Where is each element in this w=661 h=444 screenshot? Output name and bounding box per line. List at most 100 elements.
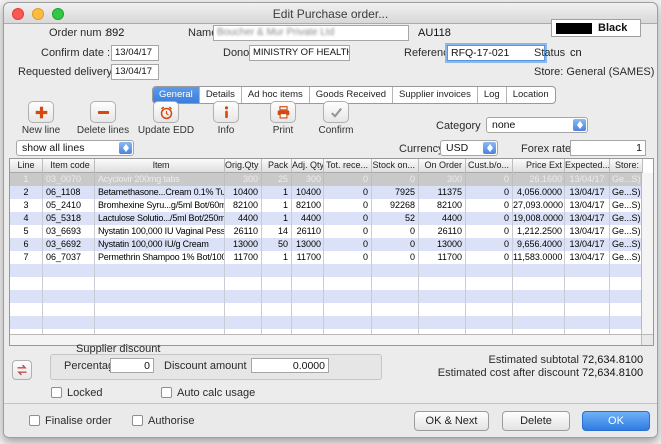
tab-location[interactable]: Location	[507, 87, 555, 103]
table-cell: 13/04/17	[565, 225, 610, 238]
print-label: Print	[273, 125, 294, 136]
supplier-code: AU118	[418, 27, 451, 39]
order-num-value: 892	[106, 27, 124, 39]
column-header-on-order[interactable]: On Order	[419, 159, 466, 173]
tab-supplier-invoices[interactable]: Supplier invoices	[393, 87, 478, 103]
table-row-line-5[interactable]: 503_6693Nystatin 100,000 IU Vaginal Pess…	[10, 225, 643, 238]
requested-delivery-field[interactable]: 13/04/17	[111, 64, 159, 80]
table-row-line-4[interactable]: 405_5318Lactulose Solutio.../5ml Bot/250…	[10, 212, 643, 225]
table-cell: 0	[372, 238, 419, 251]
table-row-line-1[interactable]: 103_0070Acyclovir 200mg tabs300253000030…	[10, 173, 643, 186]
table-cell: 11,583.0000	[513, 251, 565, 264]
table-cell: 10400	[292, 186, 324, 199]
table-cell	[95, 303, 225, 316]
column-header-item[interactable]: Item	[95, 159, 225, 173]
name-field[interactable]: Boucher & Mur Private Ltd	[213, 25, 409, 41]
table-cell	[10, 264, 43, 277]
stepper-icon	[119, 142, 132, 154]
table-row-empty	[10, 264, 643, 277]
table-cell: 2	[10, 186, 43, 199]
table-cell: 300	[225, 173, 262, 186]
table-cell	[513, 290, 565, 303]
tab-log[interactable]: Log	[478, 87, 507, 103]
delete-lines-button[interactable]: Delete lines	[71, 101, 135, 136]
toolbar: New lineDelete linesUpdate EDDInfo Print C…	[9, 101, 389, 141]
table-row-line-3[interactable]: 305_2410Bromhexine Syru...g/5ml Bot/60ml…	[10, 199, 643, 212]
table-cell: 82100	[292, 199, 324, 212]
ok-button[interactable]: OK	[582, 411, 650, 431]
table-row-line-6[interactable]: 603_6692Nystatin 100,000 IU/g Cream13000…	[10, 238, 643, 251]
column-header-item-code[interactable]: Item code	[43, 159, 95, 173]
table-cell: 0	[324, 238, 372, 251]
column-header-adj-qty[interactable]: Adj. Qty	[292, 159, 324, 173]
table-cell: 10400	[225, 186, 262, 199]
column-header-pack[interactable]: Pack	[262, 159, 292, 173]
table-cell: Ge...S)	[610, 173, 643, 186]
discount-amount-field[interactable]: 0.0000	[251, 358, 329, 373]
auto-calc-usage-checkbox[interactable]	[161, 387, 172, 398]
reference-field[interactable]: RFQ-17-021	[447, 45, 545, 61]
column-header-price-ext[interactable]: Price Ext	[513, 159, 565, 173]
table-cell: 0	[466, 238, 513, 251]
column-header-expected[interactable]: Expected...	[565, 159, 610, 173]
delete-button[interactable]: Delete	[502, 411, 570, 431]
table-cell	[324, 316, 372, 329]
confirm-date-field[interactable]: 13/04/17	[111, 45, 159, 61]
ok-next-button[interactable]: OK & Next	[414, 411, 489, 431]
show-lines-select[interactable]: show all lines	[16, 140, 134, 156]
table-cell: 0	[324, 251, 372, 264]
table-cell	[225, 316, 262, 329]
category-value: none	[492, 119, 515, 131]
table-cell	[10, 316, 43, 329]
table-cell	[513, 316, 565, 329]
forex-rate-field[interactable]: 1	[570, 140, 646, 156]
recalculate-button[interactable]	[12, 360, 32, 380]
table-cell	[610, 277, 643, 290]
table-cell: 06_1108	[43, 186, 95, 199]
table-cell: Nystatin 100,000 IU/g Cream	[95, 238, 225, 251]
table-header: LineItem codeItemOrig.QtyPackAdj. QtyTot…	[10, 159, 643, 173]
percentage-field[interactable]: 0	[110, 358, 154, 373]
currency-select[interactable]: USD	[440, 140, 498, 156]
table-cell: 11700	[419, 251, 466, 264]
donor-field[interactable]: MINISTRY OF HEALTH	[249, 45, 350, 61]
table-cell: 14	[262, 225, 292, 238]
column-header-orig-qty[interactable]: Orig.Qty	[225, 159, 262, 173]
column-header-stock-on[interactable]: Stock on...	[372, 159, 419, 173]
table-cell	[610, 303, 643, 316]
table-cell	[262, 316, 292, 329]
vertical-scrollbar[interactable]	[641, 173, 653, 334]
table-cell: 9,656.4000	[513, 238, 565, 251]
table-cell	[262, 277, 292, 290]
finalise-order-checkbox[interactable]	[29, 415, 40, 426]
table-cell: 50	[262, 238, 292, 251]
table-cell: 19,008.0000	[513, 212, 565, 225]
order-lines-table: LineItem codeItemOrig.QtyPackAdj. QtyTot…	[9, 158, 654, 346]
table-cell	[43, 264, 95, 277]
table-row-line-7[interactable]: 706_7037Permethrin Shampoo 1% Bot/100ml1…	[10, 251, 643, 264]
locked-checkbox[interactable]	[51, 387, 62, 398]
category-select[interactable]: none	[486, 117, 588, 133]
column-header-line[interactable]: Line	[10, 159, 43, 173]
estimated-subtotal-value: 72,634.8100	[582, 354, 642, 366]
info-button[interactable]: Info	[194, 101, 258, 136]
confirm-button[interactable]: Confirm	[304, 101, 368, 136]
table-cell	[95, 316, 225, 329]
color-select[interactable]: Black	[551, 19, 641, 37]
column-header-store[interactable]: Store:	[610, 159, 643, 173]
column-header-tot-rece[interactable]: Tot. rece...	[324, 159, 372, 173]
table-cell	[262, 303, 292, 316]
table-cell	[372, 290, 419, 303]
column-header-cust-b-o[interactable]: Cust.b/o...	[466, 159, 513, 173]
edit-purchase-order-window: Edit Purchase order... Order num : 892 N…	[3, 2, 658, 438]
table-cell	[466, 277, 513, 290]
table-cell	[372, 277, 419, 290]
authorise-checkbox[interactable]	[132, 415, 143, 426]
update-edd-button[interactable]: Update EDD	[134, 101, 198, 136]
color-swatch	[556, 23, 592, 34]
table-row-empty	[10, 316, 643, 329]
new-line-button[interactable]: New line	[9, 101, 73, 136]
table-row-line-2[interactable]: 206_1108Betamethasone...Cream 0.1% Tube1…	[10, 186, 643, 199]
table-cell	[372, 303, 419, 316]
update-edd-label: Update EDD	[138, 125, 194, 136]
